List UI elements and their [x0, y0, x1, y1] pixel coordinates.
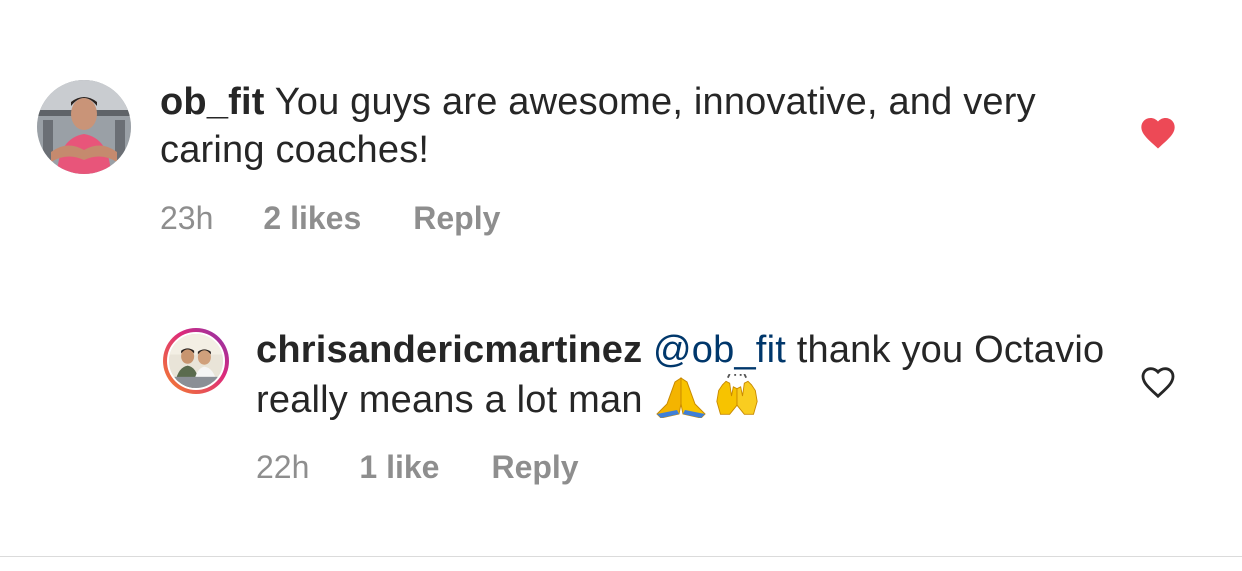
avatar[interactable]: [167, 332, 225, 390]
comment-time: 22h: [256, 449, 310, 485]
heart-filled-icon[interactable]: [1138, 113, 1178, 153]
reply-button[interactable]: Reply: [491, 449, 578, 486]
heart-outline-icon[interactable]: [1138, 362, 1178, 402]
comment-likes-count[interactable]: 2 likes: [263, 200, 361, 237]
avatar-photo-icon: [37, 80, 131, 174]
folded-hands-emoji-icon: [656, 377, 707, 418]
comment-body: You guys are awesome, innovative, and ve…: [160, 81, 1036, 171]
comment-text: chrisandericmartinez @ob_fit thank you O…: [256, 326, 1116, 424]
reply-button[interactable]: Reply: [413, 200, 500, 237]
comment-meta: 23h 2 likes Reply: [160, 200, 500, 237]
comment-username[interactable]: chrisandericmartinez: [256, 329, 642, 371]
comment-mention[interactable]: @ob_fit: [653, 329, 786, 371]
avatar-photo-icon: [169, 334, 223, 388]
comment-meta: 22h 1 like Reply: [256, 449, 579, 486]
comment-username[interactable]: ob_fit: [160, 81, 265, 123]
comment-likes-count[interactable]: 1 like: [359, 449, 439, 486]
comment-time: 23h: [160, 200, 214, 236]
raising-hands-emoji-icon: [716, 374, 759, 415]
divider: [0, 556, 1242, 557]
avatar[interactable]: [37, 80, 131, 174]
comment-text: ob_fit You guys are awesome, innovative,…: [160, 78, 1120, 174]
